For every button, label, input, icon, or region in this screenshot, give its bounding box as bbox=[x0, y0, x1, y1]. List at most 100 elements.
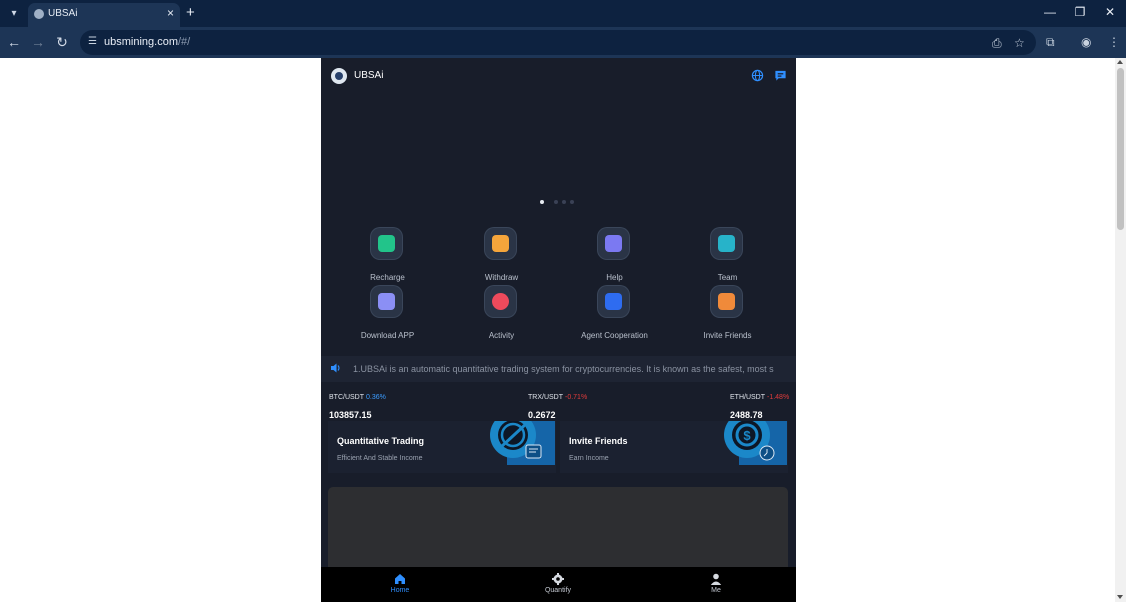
ticker-price: 0.2672 bbox=[528, 410, 556, 420]
extensions-icon[interactable]: ⧉ bbox=[1046, 35, 1055, 50]
browser-toolbar: ← → ↻ ☰ ubsmining.com/#/ ⎙ ☆ ⧉ ◉ ⋮ bbox=[0, 27, 1126, 58]
planet-icon bbox=[490, 421, 555, 465]
bottom-nav: Home Quantify Me bbox=[321, 567, 796, 602]
svg-text:$: $ bbox=[743, 428, 751, 443]
speaker-icon bbox=[331, 363, 340, 373]
feature-title: Quantitative Trading bbox=[337, 436, 425, 446]
promo-banner-placeholder[interactable] bbox=[328, 487, 788, 577]
quick-actions-grid: Recharge Withdraw Help Team Download APP… bbox=[331, 228, 786, 348]
activity-icon bbox=[485, 286, 516, 317]
ticker-btc[interactable]: BTC/USDT 0.36% 103857.15 bbox=[329, 386, 386, 420]
scroll-up-arrow-icon[interactable] bbox=[1117, 60, 1123, 64]
browser-tab[interactable]: UBSAi × bbox=[28, 3, 180, 27]
page-scrollbar[interactable] bbox=[1115, 58, 1126, 602]
quick-action-label: Download APP bbox=[360, 331, 415, 340]
plus-icon[interactable]: + bbox=[186, 4, 195, 21]
kebab-menu-icon[interactable]: ⋮ bbox=[1108, 35, 1120, 49]
recharge-icon bbox=[371, 228, 402, 259]
profile-icon[interactable]: ◉ bbox=[1081, 35, 1091, 49]
ticker-change: 0.36% bbox=[366, 394, 386, 401]
brand-name: UBSAi bbox=[354, 70, 384, 81]
chat-icon[interactable] bbox=[774, 69, 787, 82]
help-book-icon bbox=[598, 228, 629, 259]
restore-icon[interactable]: ❐ bbox=[1071, 5, 1089, 19]
ticker-price: 2488.78 bbox=[730, 410, 763, 420]
back-arrow-icon[interactable]: ← bbox=[6, 34, 22, 50]
site-info-icon[interactable]: ☰ bbox=[88, 36, 97, 47]
quick-action-team[interactable]: Team bbox=[671, 228, 784, 286]
user-icon bbox=[710, 573, 722, 585]
invite-envelope-icon bbox=[711, 286, 742, 317]
ticker-pair: BTC/USDT bbox=[329, 394, 364, 401]
ticker-trx[interactable]: TRX/USDT -0.71% 0.2672 bbox=[528, 386, 587, 420]
globe-icon[interactable] bbox=[751, 69, 764, 82]
carousel-indicators bbox=[539, 199, 579, 205]
nav-me[interactable]: Me bbox=[637, 567, 795, 602]
address-bar[interactable]: ☰ ubsmining.com/#/ ⎙ ☆ bbox=[80, 30, 1036, 55]
quick-action-label: Recharge bbox=[370, 273, 405, 282]
quick-action-recharge[interactable]: Recharge bbox=[331, 228, 444, 286]
quick-action-label: Activity bbox=[488, 331, 515, 340]
app-container: UBSAi Recharge Withdraw Help Team Downlo… bbox=[321, 58, 796, 602]
feature-subtitle: Efficient And Stable Income bbox=[337, 455, 423, 462]
site-favicon-icon bbox=[34, 9, 44, 19]
quick-action-label: Agent Cooperation bbox=[581, 331, 648, 340]
install-app-icon[interactable]: ⎙ bbox=[992, 36, 1002, 51]
quick-action-download-app[interactable]: Download APP bbox=[331, 286, 444, 344]
notice-bar[interactable]: 1.UBSAi is an automatic quantitative tra… bbox=[321, 356, 796, 382]
close-icon[interactable]: × bbox=[167, 6, 174, 20]
nav-home[interactable]: Home bbox=[321, 567, 479, 602]
gear-icon bbox=[552, 573, 564, 585]
market-tickers: BTC/USDT 0.36% 103857.15 TRX/USDT -0.71% 0… bbox=[321, 382, 796, 420]
feature-title: Invite Friends bbox=[569, 436, 628, 446]
ticker-change: -1.48% bbox=[767, 394, 790, 401]
carousel-dot-active[interactable] bbox=[540, 200, 544, 204]
close-window-icon[interactable]: ✕ bbox=[1101, 5, 1119, 19]
ticker-eth[interactable]: ETH/USDT -1.48% 2488.78 bbox=[730, 386, 789, 420]
quick-action-agent-cooperation[interactable]: Agent Cooperation bbox=[558, 286, 671, 344]
ticker-pair: ETH/USDT bbox=[730, 394, 765, 401]
quick-action-label: Team bbox=[717, 273, 738, 282]
ticker-pair: TRX/USDT bbox=[528, 394, 563, 401]
nav-label: Home bbox=[390, 587, 410, 594]
quick-action-invite-friends[interactable]: Invite Friends bbox=[671, 286, 784, 344]
feature-subtitle: Earn Income bbox=[569, 455, 609, 462]
scroll-thumb[interactable] bbox=[1117, 68, 1124, 230]
notice-text: 1.UBSAi is an automatic quantitative tra… bbox=[353, 364, 774, 374]
nav-label: Me bbox=[711, 587, 721, 594]
quick-action-label: Invite Friends bbox=[703, 331, 752, 340]
carousel-dot[interactable] bbox=[570, 200, 574, 204]
forward-arrow-icon[interactable]: → bbox=[30, 34, 46, 50]
star-icon[interactable]: ☆ bbox=[1014, 36, 1025, 50]
quick-action-label: Help bbox=[606, 273, 623, 282]
minimize-icon[interactable]: — bbox=[1041, 5, 1059, 19]
agent-icon bbox=[598, 286, 629, 317]
quick-action-help[interactable]: Help bbox=[558, 228, 671, 286]
url-host: ubsmining.com bbox=[104, 36, 178, 48]
quick-action-activity[interactable]: Activity bbox=[445, 286, 558, 344]
nav-quantify[interactable]: Quantify bbox=[479, 567, 637, 602]
team-icon bbox=[711, 228, 742, 259]
tab-list-icon[interactable]: ▾ bbox=[6, 6, 22, 22]
brand-logo bbox=[331, 68, 347, 84]
quick-action-withdraw[interactable]: Withdraw bbox=[445, 228, 558, 286]
url-path: /#/ bbox=[177, 36, 191, 48]
carousel-dot[interactable] bbox=[554, 200, 558, 204]
download-folder-icon bbox=[371, 286, 402, 317]
nav-label: Quantify bbox=[544, 587, 572, 594]
quick-action-label: Withdraw bbox=[484, 273, 519, 282]
feature-card-quantitative-trading[interactable]: Quantitative Trading Efficient And Stabl… bbox=[328, 421, 556, 473]
carousel-dot[interactable] bbox=[562, 200, 566, 204]
scroll-down-arrow-icon[interactable] bbox=[1117, 595, 1123, 599]
browser-tab-bar: ▾ UBSAi × + — ❐ ✕ bbox=[0, 0, 1126, 27]
ticker-price: 103857.15 bbox=[329, 410, 372, 420]
ticker-change: -0.71% bbox=[565, 394, 588, 401]
tab-title: UBSAi bbox=[48, 8, 78, 19]
reload-icon[interactable]: ↻ bbox=[54, 34, 70, 51]
url-text[interactable]: ubsmining.com/#/ bbox=[104, 36, 190, 48]
feature-card-invite-friends[interactable]: Invite Friends Earn Income $ bbox=[560, 421, 788, 473]
app-header: UBSAi bbox=[321, 58, 796, 92]
coin-clock-icon: $ bbox=[724, 421, 787, 465]
home-icon bbox=[395, 574, 405, 584]
withdraw-icon bbox=[485, 228, 516, 259]
